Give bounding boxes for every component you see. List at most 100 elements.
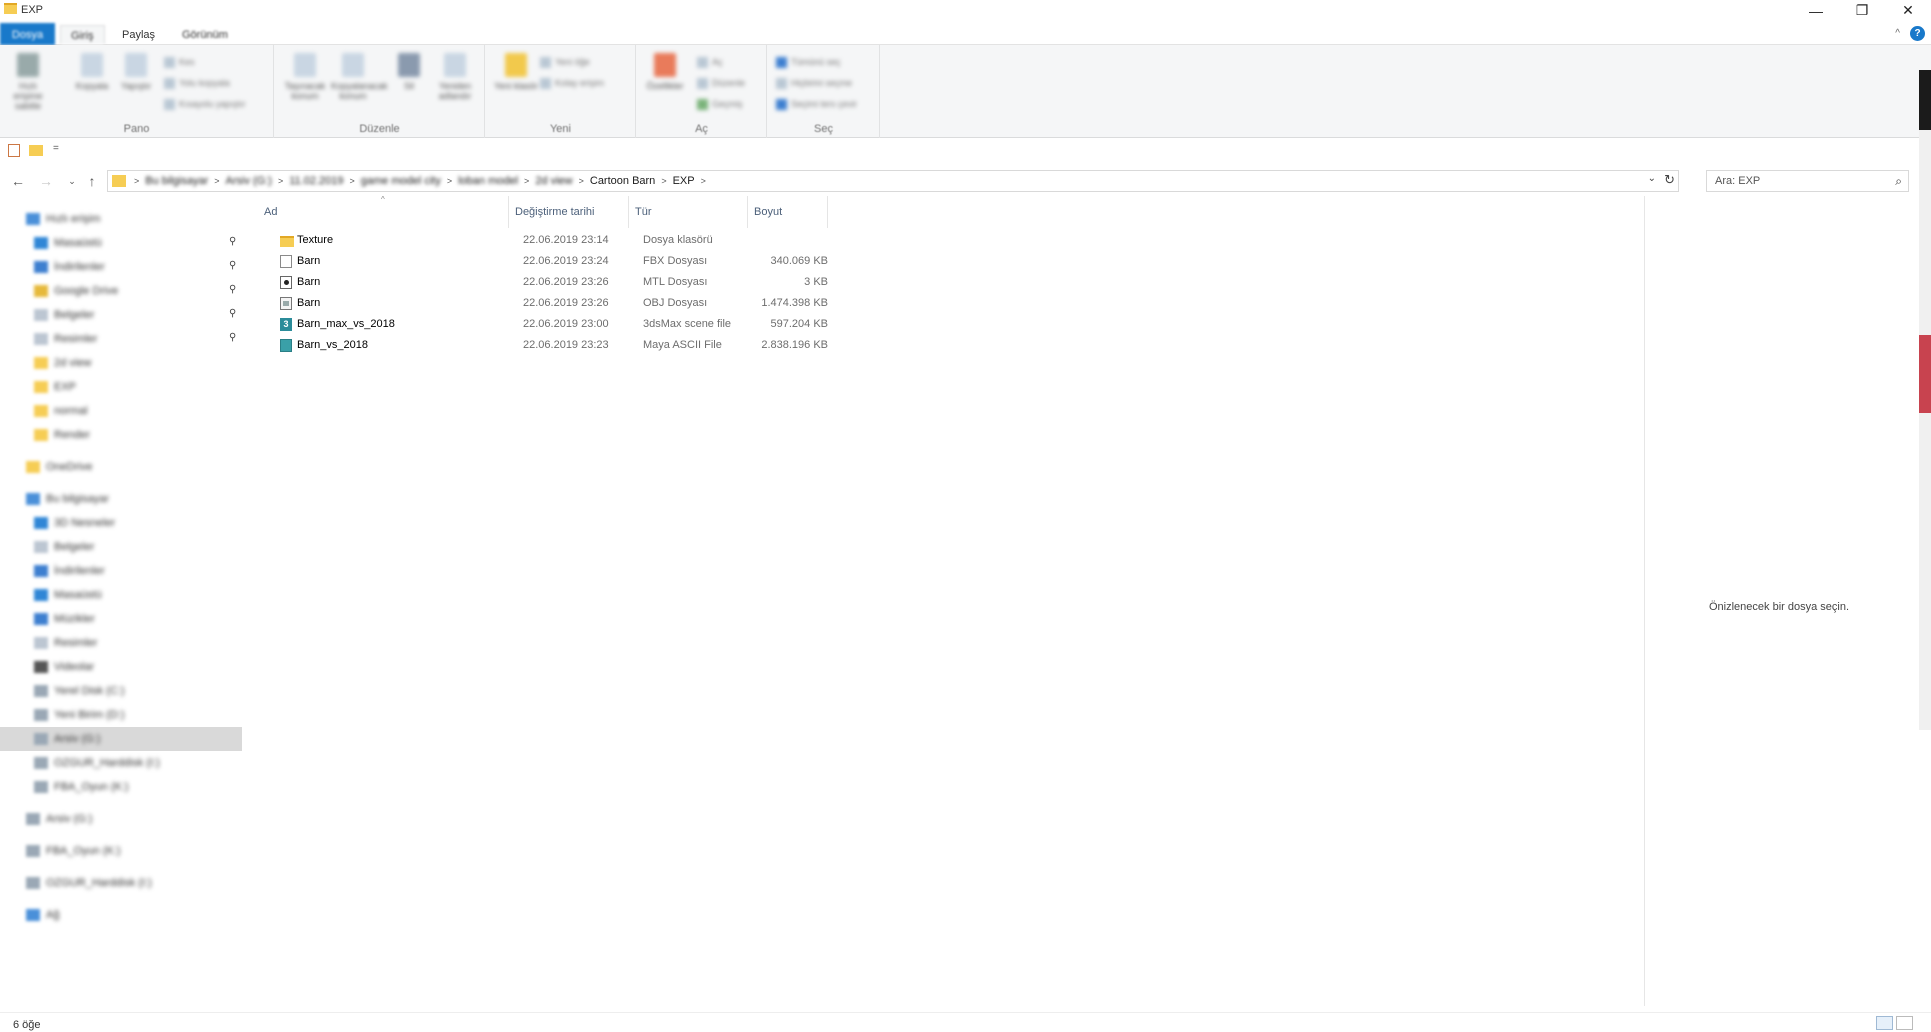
refresh-icon[interactable]: ↻ (1664, 172, 1675, 188)
breadcrumb-separator-icon[interactable]: > (577, 176, 586, 186)
details-view-icon[interactable] (1876, 1016, 1893, 1030)
properties-button[interactable]: Özellikler (643, 53, 687, 91)
breadcrumb-item[interactable]: Arsiv (G:) (222, 175, 276, 187)
restore-button[interactable]: ❐ (1839, 0, 1885, 21)
select-all-button[interactable]: Tümünü seç (776, 55, 841, 69)
breadcrumb-item[interactable]: 11.02.2019 (285, 175, 347, 187)
right-edge-scrollbar[interactable] (1919, 70, 1931, 730)
forward-arrow-icon[interactable]: → (36, 171, 56, 191)
address-bar[interactable]: > Bu bilgisayar > Arsiv (G:) >11.02.2019 > gam… (107, 170, 1679, 192)
large-icons-view-icon[interactable] (1896, 1016, 1913, 1030)
copy-button[interactable]: Kopyala (70, 53, 114, 91)
file-row[interactable]: Barn 22.06.2019 23:26 OBJ Dosyası 1.474.398… (259, 293, 1079, 314)
help-icon[interactable]: ? (1910, 26, 1925, 41)
copy-to-button[interactable]: Kopyalanacak konum (331, 53, 388, 101)
scrollbar-thumb[interactable] (1919, 70, 1931, 130)
pin-icon[interactable]: ⚲ (229, 332, 236, 343)
rename-button[interactable]: Yeniden adlandır (433, 53, 477, 101)
new-folder-icon[interactable] (29, 145, 43, 156)
nav-tree-item[interactable]: Resimler (0, 327, 97, 351)
file-row[interactable]: Barn 22.06.2019 23:26 MTL Dosyası 3 KB (259, 272, 1079, 293)
pin-icon[interactable]: ⚲ (229, 236, 236, 247)
navigation-pane[interactable]: Hızlı erişim Masaüstü ⚲ İndirilenler ⚲ Google… (0, 207, 244, 1007)
nav-tree-item[interactable]: Ağ (0, 903, 59, 927)
breadcrumb-separator-icon[interactable]: > (445, 176, 454, 186)
select-none-button[interactable]: Hiçbirini seçme (776, 76, 852, 90)
breadcrumb-separator-icon[interactable]: > (276, 176, 285, 186)
breadcrumb-separator-icon[interactable]: > (522, 176, 531, 186)
pin-icon[interactable]: ⚲ (229, 284, 236, 295)
nav-tree-item[interactable]: Arsiv (G:) (0, 727, 242, 751)
nav-tree-item[interactable]: Bu bilgisayar (0, 487, 109, 511)
edit-button[interactable]: Düzenle (697, 76, 745, 90)
nav-tree-item[interactable]: normal (0, 399, 88, 423)
nav-tree-item[interactable]: Yeni Birim (D:) (0, 703, 125, 727)
address-history-chevron-icon[interactable]: ⌄ (1648, 173, 1656, 184)
open-button[interactable]: Aç (697, 55, 723, 69)
column-header-type[interactable]: Tür (629, 196, 748, 228)
close-button[interactable]: ✕ (1885, 0, 1931, 21)
nav-tree-item[interactable]: EXP (0, 375, 76, 399)
properties-icon[interactable] (8, 144, 20, 157)
breadcrumb-separator-icon[interactable]: > (699, 176, 708, 186)
nav-tree-item[interactable]: OZGUR_Harddisk (I:) (0, 871, 152, 895)
nav-tree-item[interactable]: 3D Nesneler (0, 511, 115, 535)
delete-button[interactable]: Sil (387, 53, 431, 91)
nav-tree-item[interactable]: Müzikler (0, 607, 95, 631)
move-to-button[interactable]: Taşınacak konum (283, 53, 327, 101)
new-folder-button[interactable]: Yeni klasör (494, 53, 538, 91)
tab-home[interactable]: Giriş (60, 25, 105, 44)
breadcrumb-separator-icon[interactable]: > (347, 176, 356, 186)
breadcrumb-separator-icon[interactable]: > (659, 176, 668, 186)
column-header-size[interactable]: Boyut (748, 196, 828, 228)
pin-quick-access-button[interactable]: Hızlı erişime sabitle (6, 53, 50, 111)
nav-tree-item[interactable]: FBA_Oyun (K:) (0, 839, 121, 863)
customize-toolbar-dropdown[interactable]: = (53, 143, 59, 154)
paste-button[interactable]: Yapıştır (114, 53, 158, 91)
breadcrumb-separator-icon[interactable]: > (132, 176, 141, 186)
file-row[interactable]: Barn 22.06.2019 23:24 FBX Dosyası 340.069 K… (259, 251, 1079, 272)
nav-tree-item[interactable]: Masaüstü (0, 231, 102, 255)
back-arrow-icon[interactable]: ← (8, 171, 28, 191)
tab-view[interactable]: Görünüm (172, 25, 238, 44)
nav-tree-item[interactable]: OneDrive (0, 455, 92, 479)
up-arrow-icon[interactable]: ↑ (82, 171, 102, 191)
breadcrumb-item[interactable]: Cartoon Barn (586, 175, 659, 187)
recent-locations-chevron-icon[interactable]: ⌄ (62, 171, 82, 191)
nav-tree-item[interactable]: Render (0, 423, 90, 447)
cut-button[interactable]: Kes (164, 55, 195, 69)
nav-tree-item[interactable]: Belgeler (0, 303, 94, 327)
breadcrumb-item[interactable]: Bu bilgisayar (141, 175, 212, 187)
nav-tree-item[interactable]: FBA_Oyun (K:) (0, 775, 129, 799)
history-button[interactable]: Geçmiş (697, 97, 743, 111)
copy-path-button[interactable]: Yolu kopyala (164, 76, 230, 90)
nav-tree-item[interactable]: İndirilenler (0, 255, 105, 279)
tab-file[interactable]: Dosya (0, 23, 55, 45)
easy-access-button[interactable]: Kolay erişim (540, 76, 604, 90)
nav-tree-item[interactable]: Resimler (0, 631, 97, 655)
nav-tree-item[interactable]: Hızlı erişim (0, 207, 100, 231)
new-item-button[interactable]: Yeni öğe (540, 55, 590, 69)
nav-tree-item[interactable]: Belgeler (0, 535, 94, 559)
breadcrumb-item[interactable]: loban model (454, 175, 522, 187)
file-row[interactable]: Texture 22.06.2019 23:14 Dosya klasörü (259, 230, 1079, 251)
column-header-date[interactable]: Değiştirme tarihi (509, 196, 629, 228)
breadcrumb-separator-icon[interactable]: > (212, 176, 221, 186)
nav-tree-item[interactable]: İndirilenler (0, 559, 105, 583)
nav-tree-item[interactable]: Yerel Disk (C:) (0, 679, 125, 703)
breadcrumb-item[interactable]: game model city (357, 175, 445, 187)
breadcrumb-item[interactable]: EXP (669, 175, 699, 187)
nav-tree-item[interactable]: Google Drive (0, 279, 118, 303)
pin-icon[interactable]: ⚲ (229, 308, 236, 319)
nav-tree-item[interactable]: OZGUR_Harddisk (I:) (0, 751, 160, 775)
file-row[interactable]: 3 Barn_max_vs_2018 22.06.2019 23:00 3dsMax … (259, 314, 1079, 335)
file-row[interactable]: Barn_vs_2018 22.06.2019 23:23 Maya ASCII F… (259, 335, 1079, 356)
minimize-button[interactable]: — (1793, 0, 1839, 21)
search-icon[interactable]: ⌕ (1895, 174, 1902, 189)
scrollbar-track[interactable] (1919, 130, 1931, 730)
pin-icon[interactable]: ⚲ (229, 260, 236, 271)
invert-selection-button[interactable]: Seçimi ters çevir (776, 97, 857, 111)
tab-share[interactable]: Paylaş (112, 25, 165, 44)
paste-shortcut-button[interactable]: Kısayolu yapıştır (164, 97, 246, 111)
nav-tree-item[interactable]: 2d view (0, 351, 91, 375)
